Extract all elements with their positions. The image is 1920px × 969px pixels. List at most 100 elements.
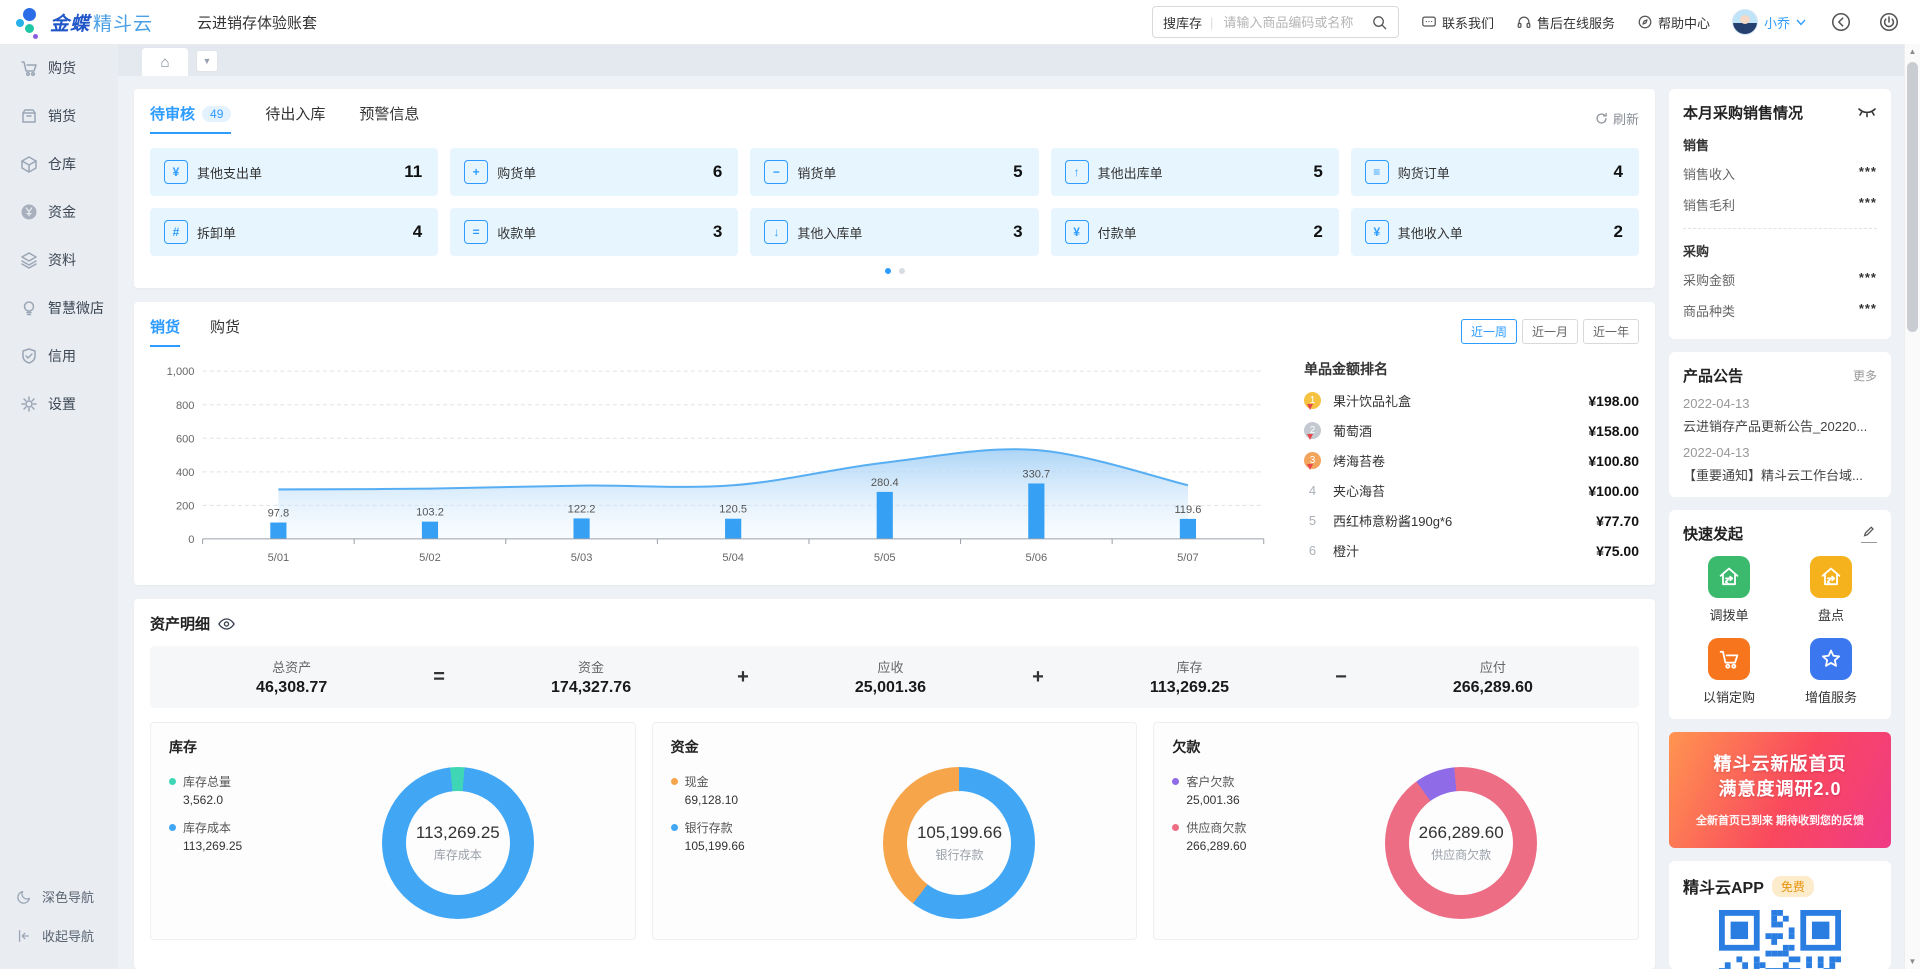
back-to-old-version-button[interactable] bbox=[1828, 9, 1854, 35]
todo-card-purchase-order[interactable]: ≡ 购货订单 4 bbox=[1351, 148, 1639, 196]
home-tab[interactable]: ⌂ bbox=[142, 48, 188, 76]
quick-launch-title: 快速发起 bbox=[1683, 523, 1743, 544]
quick-transfer-bill[interactable]: 调拨单 bbox=[1683, 556, 1775, 624]
layers-icon bbox=[20, 251, 38, 269]
sidebar-item-settings[interactable]: 设置 bbox=[0, 380, 118, 428]
debt-donut-chart: 266,289.60 供应商欠款 bbox=[1385, 767, 1537, 919]
search-scope-label[interactable]: 搜库存 bbox=[1163, 13, 1202, 32]
todo-count: 5 bbox=[1013, 162, 1022, 182]
headset-icon bbox=[1516, 14, 1532, 30]
sidebar-item-sales[interactable]: 销货 bbox=[0, 92, 118, 140]
announcement-link[interactable]: 【重要通知】精斗云工作台域... bbox=[1683, 465, 1877, 484]
rank-row[interactable]: 5 西红柿意粉酱190g*6 ¥77.70 bbox=[1304, 511, 1639, 530]
warehouse-cube-icon bbox=[20, 155, 38, 173]
svg-text:120.5: 120.5 bbox=[719, 504, 747, 516]
bronze-medal-icon: 3 bbox=[1304, 452, 1321, 469]
carousel-dot-1[interactable] bbox=[885, 268, 891, 274]
rank-row[interactable]: 6 橙汁 ¥75.00 bbox=[1304, 541, 1639, 560]
tab-pending-approval[interactable]: 待审核 49 bbox=[150, 103, 231, 134]
brand-logo-icon bbox=[14, 5, 44, 39]
svg-text:1,000: 1,000 bbox=[167, 366, 195, 378]
user-menu[interactable]: 小乔 bbox=[1732, 9, 1806, 35]
announcements-card: 产品公告 更多 2022-04-13 云进销存产品更新公告_20220... 2… bbox=[1669, 352, 1891, 497]
todo-card-purchase-bill[interactable]: + 购货单 6 bbox=[450, 148, 738, 196]
tab-warning-info[interactable]: 预警信息 bbox=[359, 103, 419, 134]
tab-sales-trend[interactable]: 销货 bbox=[150, 316, 180, 347]
tab-pending-inout-stock[interactable]: 待出入库 bbox=[265, 103, 325, 134]
sidebar-item-data[interactable]: 资料 bbox=[0, 236, 118, 284]
receipt-card-icon: = bbox=[464, 220, 488, 244]
refresh-button[interactable]: 刷新 bbox=[1595, 109, 1639, 128]
quick-stocktake[interactable]: 盘点 bbox=[1785, 556, 1877, 624]
period-month-button[interactable]: 近一月 bbox=[1522, 319, 1578, 344]
donut-center-label: 银行存款 bbox=[935, 846, 983, 863]
vertical-scrollbar[interactable]: ▲ ▼ bbox=[1904, 44, 1920, 969]
collapse-nav-button[interactable]: 收起导航 bbox=[0, 916, 118, 955]
dark-nav-toggle[interactable]: 深色导航 bbox=[0, 877, 118, 916]
sidebar-item-label: 资料 bbox=[48, 250, 76, 270]
logout-button[interactable] bbox=[1876, 9, 1902, 35]
todo-count: 11 bbox=[404, 162, 422, 182]
sidebar-item-smart-store[interactable]: 智慧微店 bbox=[0, 284, 118, 332]
help-icon bbox=[1637, 14, 1653, 30]
survey-promo-banner[interactable]: 精斗云新版首页 满意度调研2.0 全新首页已到来 期待收到您的反馈 bbox=[1669, 732, 1891, 848]
legend-dot bbox=[1172, 778, 1179, 785]
todo-card-disassembly[interactable]: # 拆卸单 4 bbox=[150, 208, 438, 256]
donut-center-value: 266,289.60 bbox=[1419, 823, 1504, 843]
rank-row[interactable]: 1 果汁饮品礼盒 ¥198.00 bbox=[1304, 391, 1639, 410]
sales-revenue-row: 销售收入*** bbox=[1683, 158, 1877, 189]
carousel-dot-2[interactable] bbox=[899, 268, 905, 274]
announcement-date: 2022-04-13 bbox=[1683, 445, 1877, 460]
svg-text:97.8: 97.8 bbox=[268, 507, 290, 519]
todo-card-other-expense[interactable]: ¥ 其他支出单 11 bbox=[150, 148, 438, 196]
money-out-doc-icon: ¥ bbox=[164, 160, 188, 184]
app-download-card: 精斗云APP 免费 bbox=[1669, 861, 1891, 969]
announcement-link[interactable]: 云进销存产品更新公告_20220... bbox=[1683, 416, 1877, 435]
todo-card-other-stock-in[interactable]: ↓ 其他入库单 3 bbox=[750, 208, 1038, 256]
scroll-up-arrow[interactable]: ▲ bbox=[1905, 44, 1920, 59]
brand-logo[interactable]: 金蝶 精斗云 bbox=[14, 5, 153, 39]
contact-us-link[interactable]: 联系我们 bbox=[1421, 13, 1494, 32]
inventory-search[interactable]: 搜库存 | bbox=[1152, 6, 1399, 38]
sidebar-item-label: 仓库 bbox=[48, 154, 76, 174]
svg-text:0: 0 bbox=[188, 534, 194, 546]
sidebar-item-funds[interactable]: 资金 bbox=[0, 188, 118, 236]
tab-purchase-trend[interactable]: 购货 bbox=[210, 316, 240, 347]
quick-sell-to-buy[interactable]: 以销定购 bbox=[1683, 638, 1775, 706]
pencil-edit-icon[interactable] bbox=[1861, 525, 1877, 543]
todo-card-other-stock-out[interactable]: ↑ 其他出库单 5 bbox=[1051, 148, 1339, 196]
svg-text:5/05: 5/05 bbox=[874, 552, 896, 564]
quick-value-added-service[interactable]: 增值服务 bbox=[1785, 638, 1877, 706]
rank-row[interactable]: 4 夹心海苔 ¥100.00 bbox=[1304, 481, 1639, 500]
app-title: 精斗云APP bbox=[1683, 874, 1764, 898]
sidebar-item-warehouse[interactable]: 仓库 bbox=[0, 140, 118, 188]
eye-icon[interactable] bbox=[218, 617, 235, 631]
sidebar-item-credit[interactable]: 信用 bbox=[0, 332, 118, 380]
search-icon[interactable] bbox=[1371, 14, 1388, 31]
period-week-button[interactable]: 近一周 bbox=[1461, 319, 1517, 344]
help-center-link[interactable]: 帮助中心 bbox=[1637, 13, 1710, 32]
scrollbar-thumb[interactable] bbox=[1907, 62, 1918, 332]
todo-card-other-income[interactable]: ¥ 其他收入单 2 bbox=[1351, 208, 1639, 256]
todo-card-sales-bill[interactable]: − 销货单 5 bbox=[750, 148, 1038, 196]
scroll-down-arrow[interactable]: ▼ bbox=[1905, 954, 1920, 969]
todo-count: 6 bbox=[713, 162, 722, 182]
main-content: 待审核 49 待出入库 预警信息 刷新 ¥ 其他支出单 11 + 购货 bbox=[118, 76, 1905, 969]
search-input[interactable] bbox=[1221, 14, 1371, 31]
donut-center-value: 105,199.66 bbox=[917, 823, 1002, 843]
sidebar-item-purchase[interactable]: 购货 bbox=[0, 44, 118, 92]
period-year-button[interactable]: 近一年 bbox=[1583, 319, 1639, 344]
plus-sign: + bbox=[1032, 666, 1044, 689]
rank-row[interactable]: 2 葡萄酒 ¥158.00 bbox=[1304, 421, 1639, 440]
announcements-more-link[interactable]: 更多 bbox=[1853, 367, 1877, 384]
rank-row[interactable]: 3 烤海苔卷 ¥100.80 bbox=[1304, 451, 1639, 470]
circle-back-icon bbox=[1830, 11, 1852, 33]
promo-subline: 全新首页已到来 期待收到您的反馈 bbox=[1669, 812, 1891, 828]
eye-closed-icon[interactable] bbox=[1857, 107, 1877, 119]
purchase-order-doc-icon: ≡ bbox=[1365, 160, 1389, 184]
legend-dot bbox=[1172, 824, 1179, 831]
tab-dropdown-button[interactable]: ▼ bbox=[196, 50, 218, 72]
todo-card-payment[interactable]: ¥ 付款单 2 bbox=[1051, 208, 1339, 256]
after-sales-service-link[interactable]: 售后在线服务 bbox=[1516, 13, 1615, 32]
todo-card-receipt[interactable]: = 收款单 3 bbox=[450, 208, 738, 256]
